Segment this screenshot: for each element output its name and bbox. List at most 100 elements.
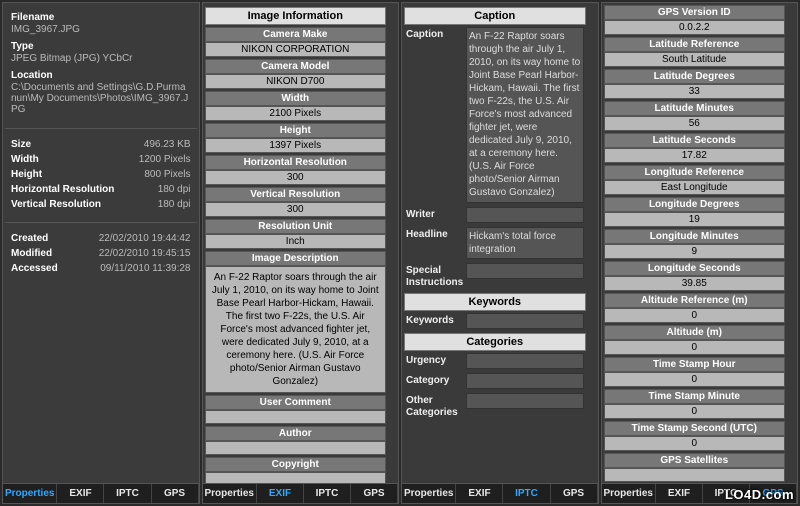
category-input[interactable] [466,373,584,389]
copyright-input[interactable] [205,472,387,483]
tabs-panel4: Properties EXIF IPTC GPS [602,483,798,503]
filetype-value: JPEG Bitmap (JPG) YCbCr [11,53,191,67]
tab-gps[interactable]: GPS [750,484,797,503]
gps-satellites-input[interactable] [604,468,786,482]
special-instructions-label: Special Instructions [406,263,460,289]
panel-body: Image Information Camera Make NIKON CORP… [203,3,399,483]
image-description-label: Image Description [205,251,387,266]
altitude-reference-input[interactable]: 0 [604,308,786,323]
file-basic-group: Filename IMG_3967.JPG Type JPEG Bitmap (… [5,5,197,124]
panel-properties: Filename IMG_3967.JPG Type JPEG Bitmap (… [2,2,200,504]
hres-label: Horizontal Resolution [205,155,387,170]
height-label: Height [205,123,387,138]
urgency-row: Urgency [406,353,584,369]
altitude-input[interactable]: 0 [604,340,786,355]
height-row: Height800 Pixels [11,167,191,182]
tab-exif[interactable]: EXIF [656,484,703,503]
width-value: 1200 Pixels [139,154,191,165]
tab-gps[interactable]: GPS [152,484,199,503]
tab-iptc[interactable]: IPTC [304,484,351,503]
panel-body: Caption Caption An F-22 Raptor soars thr… [402,3,598,483]
timestamp-hour-input[interactable]: 0 [604,372,786,387]
exif-scroll[interactable]: Image Information Camera Make NIKON CORP… [205,5,397,483]
writer-input[interactable] [466,207,584,223]
accessed-label: Accessed [11,263,58,274]
timestamp-second-input[interactable]: 0 [604,436,786,451]
width-input[interactable]: 2100 Pixels [205,106,387,121]
category-label: Category [406,373,460,387]
tab-iptc[interactable]: IPTC [703,484,750,503]
special-instructions-input[interactable] [466,263,584,279]
resunit-input[interactable]: Inch [205,234,387,249]
user-comment-input[interactable] [205,410,387,424]
caption-input[interactable]: An F-22 Raptor soars through the air Jul… [466,27,584,203]
tabs-panel2: Properties EXIF IPTC GPS [203,483,399,503]
gps-scroll[interactable]: GPS Version ID 0.0.2.2 Latitude Referenc… [604,5,796,483]
latitude-minutes-input[interactable]: 56 [604,116,786,131]
tab-gps[interactable]: GPS [551,484,598,503]
section-caption: Caption [404,7,586,25]
headline-input[interactable]: Hickam's total force integration [466,227,584,259]
tab-properties[interactable]: Properties [402,484,456,503]
timestamp-minute-input[interactable]: 0 [604,404,786,419]
panel-body: GPS Version ID 0.0.2.2 Latitude Referenc… [602,3,798,483]
longitude-minutes-input[interactable]: 9 [604,244,786,259]
location: Location C:\Documents and Settings\G.D.P… [11,67,191,118]
longitude-seconds-input[interactable]: 39.85 [604,276,786,291]
tab-gps[interactable]: GPS [351,484,398,503]
timestamp-minute-label: Time Stamp Minute [604,389,786,404]
hres-value: 180 dpi [158,184,191,195]
camera-make-input[interactable]: NIKON CORPORATION [205,42,387,57]
height-value: 800 Pixels [144,169,190,180]
latitude-degrees-input[interactable]: 33 [604,84,786,99]
camera-make-label: Camera Make [205,27,387,42]
hres-input[interactable]: 300 [205,170,387,185]
other-categories-input[interactable] [466,393,584,409]
tab-properties[interactable]: Properties [203,484,257,503]
latitude-reference-input[interactable]: South Latitude [604,52,786,67]
tab-exif[interactable]: EXIF [257,484,304,503]
latitude-seconds-input[interactable]: 17.82 [604,148,786,163]
copyright-label: Copyright [205,457,387,472]
altitude-reference-label: Altitude Reference (m) [604,293,786,308]
tab-iptc[interactable]: IPTC [104,484,151,503]
modified-value: 22/02/2010 19:45:15 [99,248,191,259]
tabs-panel3: Properties EXIF IPTC GPS [402,483,598,503]
filetype: Type JPEG Bitmap (JPG) YCbCr [11,38,191,67]
longitude-reference-input[interactable]: East Longitude [604,180,786,195]
width-label: Width [11,154,39,165]
size-value: 496.23 KB [144,139,191,150]
filename: Filename IMG_3967.JPG [11,9,191,38]
author-input[interactable] [205,441,387,455]
tab-properties[interactable]: Properties [602,484,656,503]
keywords-input[interactable] [466,313,584,329]
longitude-reference-label: Longitude Reference [604,165,786,180]
vres-input[interactable]: 300 [205,202,387,217]
file-dates-group: Created22/02/2010 19:44:42 Modified22/02… [5,227,197,282]
tab-exif[interactable]: EXIF [57,484,104,503]
longitude-degrees-input[interactable]: 19 [604,212,786,227]
height-input[interactable]: 1397 Pixels [205,138,387,153]
tab-exif[interactable]: EXIF [456,484,503,503]
urgency-input[interactable] [466,353,584,369]
width-row: Width 1200 Pixels [11,152,191,167]
headline-label: Headline [406,227,460,241]
section-image-information: Image Information [205,7,387,25]
section-categories: Categories [404,333,586,351]
filetype-label: Type [11,38,191,53]
filename-label: Filename [11,9,191,24]
hres-row: Horizontal Resolution180 dpi [11,182,191,197]
iptc-scroll[interactable]: Caption Caption An F-22 Raptor soars thr… [404,5,596,483]
gps-version-id-input[interactable]: 0.0.2.2 [604,20,786,35]
camera-model-input[interactable]: NIKON D700 [205,74,387,89]
other-categories-label: Other Categories [406,393,460,419]
image-description-input[interactable]: An F-22 Raptor soars through the air Jul… [205,266,387,393]
divider [5,128,197,129]
divider [5,222,197,223]
tab-iptc[interactable]: IPTC [503,484,550,503]
tab-properties[interactable]: Properties [3,484,57,503]
size-label: Size [11,139,31,150]
writer-label: Writer [406,207,460,221]
modified-row: Modified22/02/2010 19:45:15 [11,246,191,261]
app-root: Filename IMG_3967.JPG Type JPEG Bitmap (… [0,0,800,506]
